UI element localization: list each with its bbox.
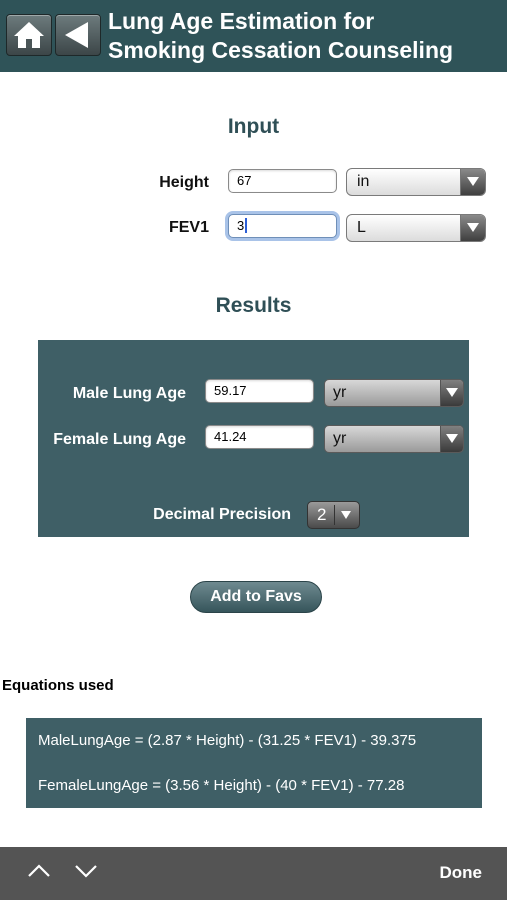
- chevron-down-icon: [446, 434, 458, 443]
- chevron-down-icon[interactable]: [74, 863, 98, 879]
- height-label: Height: [159, 174, 209, 191]
- height-value: 67: [237, 173, 252, 188]
- female-equation: FemaleLungAge = (3.56 * Height) - (40 * …: [38, 777, 405, 794]
- male-equation: MaleLungAge = (2.87 * Height) - (31.25 *…: [38, 732, 417, 749]
- dropdown-arrow: [440, 426, 463, 452]
- dropdown-arrow: [460, 215, 485, 241]
- male-lung-age-value: 59.17: [214, 383, 247, 398]
- chevron-down-icon: [467, 223, 479, 232]
- divider: [334, 505, 335, 525]
- chevron-down-icon: [467, 177, 479, 186]
- decimal-precision-label: Decimal Precision: [153, 506, 291, 523]
- height-unit-select[interactable]: in: [346, 168, 486, 196]
- dropdown-arrow: [440, 380, 463, 406]
- title-line-1: Lung Age Estimation for: [108, 8, 375, 34]
- home-icon: [14, 22, 44, 48]
- home-button[interactable]: [6, 14, 52, 56]
- results-heading: Results: [215, 294, 292, 317]
- input-heading: Input: [227, 115, 280, 138]
- add-to-favs-button[interactable]: Add to Favs: [190, 581, 322, 613]
- done-button[interactable]: Done: [440, 863, 483, 883]
- male-lung-age-field[interactable]: 59.17: [205, 379, 314, 403]
- dropdown-arrow: [460, 169, 485, 195]
- keyboard-toolbar: Done: [0, 847, 507, 900]
- female-lung-age-label: Female Lung Age: [53, 431, 186, 448]
- equations-heading: Equations used: [2, 677, 114, 694]
- fev1-input[interactable]: 3: [228, 214, 337, 238]
- fev1-unit-select[interactable]: L: [346, 214, 486, 242]
- app-header: Lung Age Estimation for Smoking Cessatio…: [0, 0, 507, 72]
- chevron-down-icon: [446, 388, 458, 397]
- text-caret: [245, 218, 248, 233]
- decimal-precision-select[interactable]: 2: [307, 501, 360, 529]
- chevron-down-icon: [341, 511, 351, 519]
- height-input[interactable]: 67: [228, 169, 337, 193]
- page-title: Lung Age Estimation for Smoking Cessatio…: [108, 7, 504, 65]
- height-unit-value: in: [357, 173, 370, 190]
- title-line-2: Smoking Cessation Counseling: [108, 37, 454, 63]
- female-age-unit-value: yr: [333, 430, 347, 447]
- equations-panel: MaleLungAge = (2.87 * Height) - (31.25 *…: [26, 718, 482, 808]
- female-lung-age-field[interactable]: 41.24: [205, 425, 314, 449]
- decimal-precision-value: 2: [317, 505, 327, 524]
- back-button[interactable]: [55, 14, 101, 56]
- female-age-unit-select[interactable]: yr: [324, 425, 464, 453]
- male-lung-age-label: Male Lung Age: [72, 385, 186, 402]
- male-age-unit-value: yr: [333, 384, 347, 401]
- female-lung-age-value: 41.24: [214, 429, 247, 444]
- chevron-up-icon[interactable]: [27, 863, 51, 879]
- male-age-unit-select[interactable]: yr: [324, 379, 464, 407]
- fev1-label: FEV1: [168, 219, 209, 236]
- back-arrow-icon: [65, 22, 88, 48]
- fev1-unit-value: L: [357, 219, 366, 236]
- fev1-value: 3: [237, 218, 245, 233]
